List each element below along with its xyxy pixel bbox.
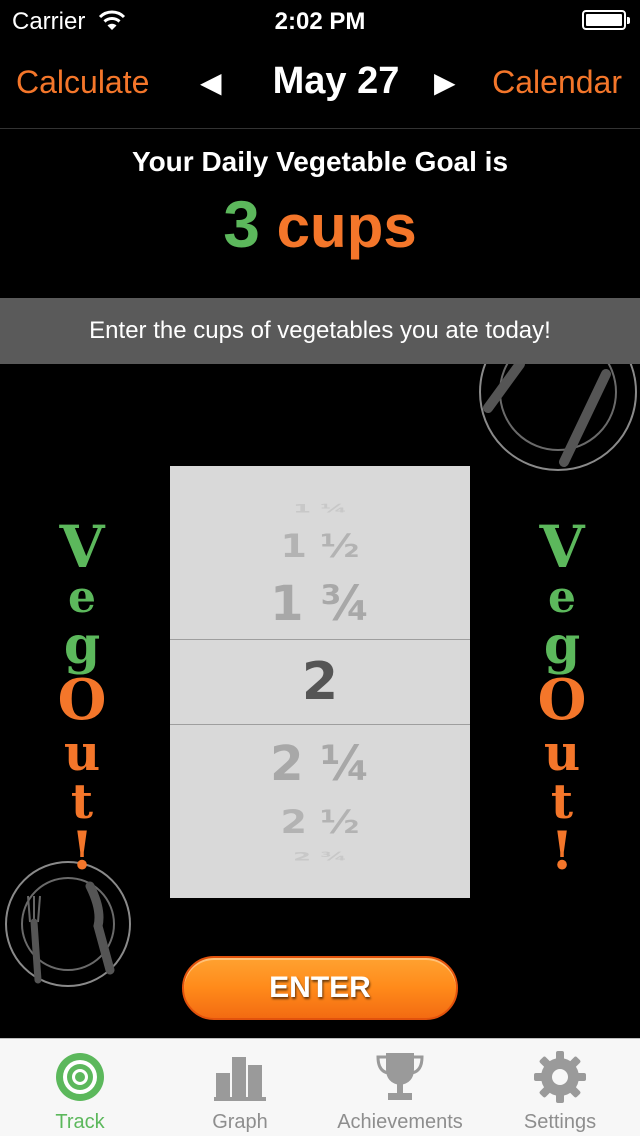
previous-day-arrow-icon[interactable]: ◀ xyxy=(200,66,222,99)
tab-achievements[interactable]: Achievements xyxy=(320,1039,480,1136)
picker-option[interactable]: 2 ½ xyxy=(170,803,470,840)
target-icon xyxy=(56,1053,104,1101)
enter-button[interactable]: ENTER xyxy=(182,956,458,1020)
cups-picker[interactable]: 1 ¼ 1 ½ 1 ¾ 2 2 ¼ 2 ½ 2 ¾ xyxy=(170,466,470,898)
vegout-letter: ! xyxy=(550,821,574,882)
plate-cutlery-icon xyxy=(5,861,131,987)
vegout-letter: V xyxy=(539,513,585,581)
vegout-letter: O xyxy=(537,667,587,733)
goal-number: 3 xyxy=(223,187,260,261)
navigation-bar: Calculate ◀ May 27 ▶ Calendar xyxy=(0,40,640,129)
picker-option[interactable]: 2 ¾ xyxy=(170,850,470,864)
picker-selected-option[interactable]: 2 xyxy=(170,652,470,712)
app-screen: Carrier 2:02 PM Calculate ◀ May 27 ▶ Cal… xyxy=(0,0,640,1136)
vegout-letter: V xyxy=(59,513,105,581)
plate-cutlery-icon xyxy=(479,364,637,471)
vegout-letter: g xyxy=(543,615,581,676)
vegout-letter: u xyxy=(63,723,101,782)
tab-bar: Track Graph Achievements Settings xyxy=(0,1038,640,1136)
goal-unit: cups xyxy=(276,193,417,260)
trophy-icon xyxy=(376,1053,424,1100)
picker-option[interactable]: 1 ½ xyxy=(170,527,470,564)
vegout-letter: t xyxy=(70,774,94,830)
vegout-letter: ! xyxy=(70,821,94,882)
picker-option[interactable]: 2 ¼ xyxy=(170,736,470,792)
gear-icon xyxy=(534,1051,586,1103)
tab-label: Graph xyxy=(212,1111,268,1133)
goal-label: Your Daily Vegetable Goal is xyxy=(131,146,509,177)
tab-graph[interactable]: Graph xyxy=(160,1039,320,1136)
vegout-letter: u xyxy=(543,723,581,782)
vegout-letter: e xyxy=(548,572,576,623)
battery-icon xyxy=(582,10,630,30)
picker-selection-line xyxy=(170,639,470,640)
tab-label: Achievements xyxy=(337,1111,463,1133)
picker-option[interactable]: 1 ¾ xyxy=(170,576,470,632)
date-title: May 27 xyxy=(272,60,400,102)
tab-track[interactable]: Track xyxy=(0,1039,160,1136)
goal-value: 3 cups xyxy=(0,186,640,262)
vegout-letter: t xyxy=(550,774,574,830)
tab-label: Track xyxy=(55,1111,105,1133)
vegout-letter: O xyxy=(57,667,107,733)
tab-label: Settings xyxy=(523,1111,597,1133)
calendar-button[interactable]: Calendar xyxy=(492,64,622,101)
vegout-letter: g xyxy=(63,615,101,676)
bar-chart-icon xyxy=(214,1057,266,1101)
status-time: 2:02 PM xyxy=(274,8,366,35)
instruction-banner: Enter the cups of vegetables you ate tod… xyxy=(0,298,640,364)
calculate-button[interactable]: Calculate xyxy=(16,64,149,101)
vegout-vertical-text-right: Ve g Ou t! xyxy=(530,518,594,878)
tab-settings[interactable]: Settings xyxy=(480,1039,640,1136)
vegout-letter: e xyxy=(68,572,96,623)
picker-option[interactable]: 1 ¼ xyxy=(170,502,470,516)
vegout-vertical-text-left: Ve g Ou t! xyxy=(50,518,114,878)
status-bar: Carrier 2:02 PM xyxy=(0,0,640,40)
picker-selection-line xyxy=(170,724,470,725)
next-day-arrow-icon[interactable]: ▶ xyxy=(434,66,456,99)
